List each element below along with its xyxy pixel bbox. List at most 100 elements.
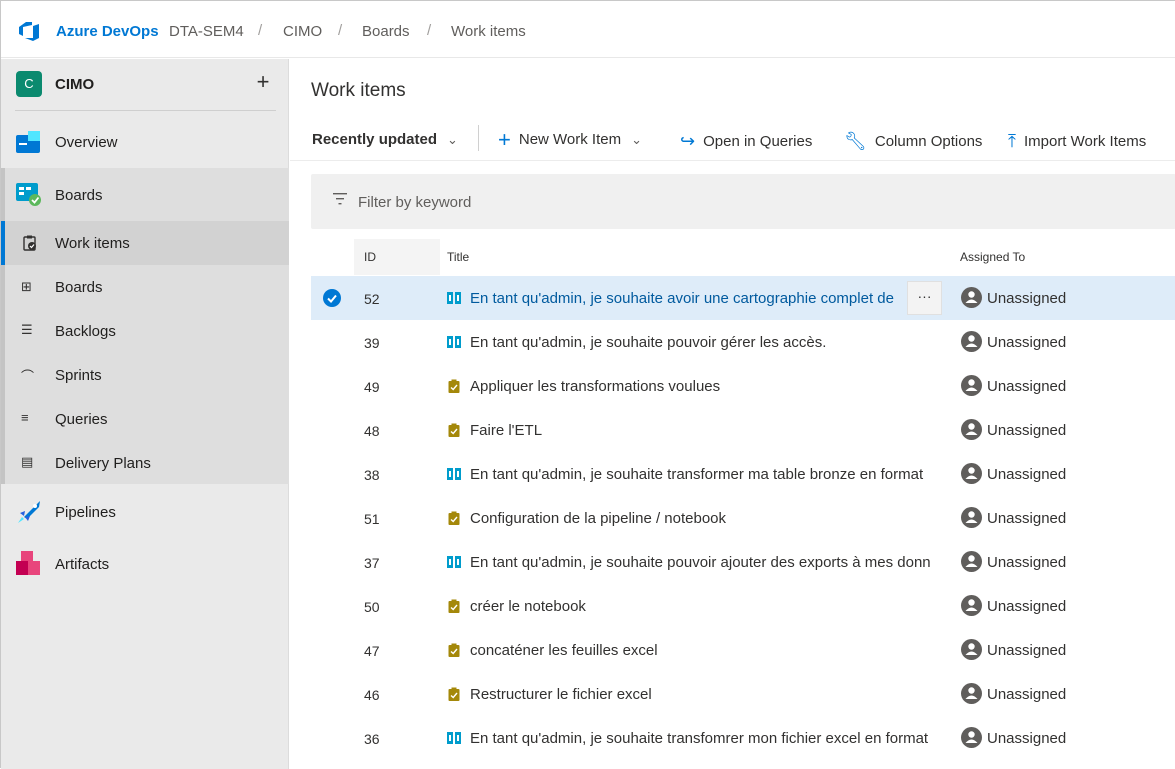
- table-row[interactable]: 50 créer le notebook Unassigned: [311, 584, 1175, 628]
- import-work-items-button[interactable]: ⤒ Import Work Items: [1008, 131, 1146, 152]
- column-header-title[interactable]: Title: [447, 250, 469, 264]
- breadcrumb-boards[interactable]: Boards: [362, 23, 410, 40]
- sidebar-item-queries[interactable]: ≡ Queries: [1, 397, 289, 441]
- view-selector[interactable]: Recently updated ⌄: [312, 131, 458, 148]
- work-item-title-link[interactable]: En tant qu'admin, je souhaite pouvoir gé…: [470, 334, 944, 351]
- work-item-id: 36: [364, 731, 380, 747]
- work-item-title-link[interactable]: En tant qu'admin, je souhaite pouvoir aj…: [470, 554, 944, 571]
- work-item-title-link[interactable]: En tant qu'admin, je souhaite avoir une …: [470, 290, 944, 307]
- table-row[interactable]: 38 En tant qu'admin, je souhaite transfor…: [311, 452, 1175, 496]
- upload-icon: ⤒: [1008, 131, 1016, 151]
- azure-devops-logo-icon[interactable]: [17, 19, 41, 43]
- sidebar-item-label: Artifacts: [55, 556, 110, 573]
- toolbar-divider: [478, 125, 479, 151]
- add-icon[interactable]: +: [253, 69, 273, 95]
- assigned-to[interactable]: Unassigned: [987, 422, 1066, 439]
- filter-bar[interactable]: Filter by keyword: [311, 174, 1175, 229]
- column-header-id[interactable]: ID: [364, 250, 376, 264]
- assigned-to[interactable]: Unassigned: [987, 334, 1066, 351]
- work-item-title-link[interactable]: concaténer les feuilles excel: [470, 642, 944, 659]
- filter-input[interactable]: Filter by keyword: [358, 194, 471, 211]
- sidebar-item-sprints[interactable]: ⌒ Sprints: [1, 353, 289, 397]
- breadcrumb-separator: /: [258, 22, 263, 39]
- work-item-title-link[interactable]: En tant qu'admin, je souhaite transfomre…: [470, 730, 944, 747]
- assigned-to[interactable]: Unassigned: [987, 510, 1066, 527]
- work-item-title-link[interactable]: Faire l'ETL: [470, 422, 944, 439]
- open-in-queries-button[interactable]: ↪ Open in Queries: [680, 131, 812, 152]
- boards-icon: [16, 183, 41, 206]
- assigned-to[interactable]: Unassigned: [987, 730, 1066, 747]
- import-work-items-label: Import Work Items: [1023, 133, 1147, 150]
- task-icon: [447, 599, 461, 613]
- assigned-to[interactable]: Unassigned: [987, 598, 1066, 615]
- table-row[interactable]: 48 Faire l'ETL Unassigned: [311, 408, 1175, 452]
- user-story-icon: [447, 291, 461, 305]
- artifacts-icon: [16, 551, 40, 575]
- brand-link[interactable]: Azure DevOps: [56, 23, 159, 40]
- column-options-button[interactable]: 🔧︎ Column Options: [844, 131, 982, 152]
- assigned-to[interactable]: Unassigned: [987, 378, 1066, 395]
- assigned-to[interactable]: Unassigned: [987, 642, 1066, 659]
- table-row[interactable]: 49 Appliquer les transformations voulues U…: [311, 364, 1175, 408]
- work-item-id: 39: [364, 335, 380, 351]
- table-row[interactable]: 37 En tant qu'admin, je souhaite pouvoir …: [311, 540, 1175, 584]
- row-checkbox[interactable]: [323, 289, 341, 307]
- sidebar-item-boards-hub[interactable]: Boards: [1, 171, 289, 217]
- assigned-to[interactable]: Unassigned: [987, 554, 1066, 571]
- project-name[interactable]: CIMO: [55, 76, 94, 93]
- breadcrumb-org[interactable]: DTA-SEM4: [169, 23, 244, 40]
- unassigned-avatar-icon: [961, 551, 982, 572]
- plus-icon: +: [498, 126, 511, 152]
- more-options-button[interactable]: ···: [907, 281, 942, 315]
- work-item-id: 49: [364, 379, 380, 395]
- table-row[interactable]: 39 En tant qu'admin, je souhaite pouvoir …: [311, 320, 1175, 364]
- assigned-to[interactable]: Unassigned: [987, 290, 1066, 307]
- filter-icon: [333, 193, 347, 205]
- user-story-icon: [447, 731, 461, 745]
- sidebar-item-label: Delivery Plans: [55, 455, 151, 472]
- table-row[interactable]: 52 En tant qu'admin, je souhaite avoir un…: [311, 276, 1175, 320]
- table-row[interactable]: 36 En tant qu'admin, je souhaite transfom…: [311, 716, 1175, 760]
- sidebar-item-backlogs[interactable]: ☰ Backlogs: [1, 309, 289, 353]
- sidebar-item-artifacts[interactable]: Artifacts: [1, 541, 289, 587]
- sidebar-item-pipelines[interactable]: Pipelines: [1, 489, 289, 535]
- toolbar: Recently updated ⌄ + New Work Item ⌄ ↪ O…: [290, 121, 1175, 161]
- column-header-assigned-to[interactable]: Assigned To: [960, 250, 1025, 264]
- app-window: Azure DevOps DTA-SEM4 / CIMO / Boards / …: [0, 0, 1175, 769]
- sidebar-item-overview[interactable]: Overview: [1, 119, 289, 163]
- assigned-to[interactable]: Unassigned: [987, 466, 1066, 483]
- unassigned-avatar-icon: [961, 463, 982, 484]
- user-story-icon: [447, 335, 461, 349]
- page-title: Work items: [311, 80, 406, 101]
- column-options-label: Column Options: [874, 133, 983, 150]
- work-item-title-link[interactable]: Configuration de la pipeline / notebook: [470, 510, 944, 527]
- chevron-down-icon: ⌄: [631, 131, 643, 147]
- project-avatar[interactable]: C: [16, 71, 42, 97]
- breadcrumb-project[interactable]: CIMO: [283, 23, 322, 40]
- work-item-id: 38: [364, 467, 380, 483]
- delivery-plans-icon: ▤: [21, 454, 34, 469]
- work-item-title-link[interactable]: En tant qu'admin, je souhaite transforme…: [470, 466, 944, 483]
- backlog-icon: ☰: [21, 322, 33, 337]
- new-work-item-button[interactable]: + New Work Item ⌄: [498, 126, 643, 152]
- work-item-title-link[interactable]: Restructurer le fichier excel: [470, 686, 944, 703]
- sidebar-item-work-items[interactable]: Work items: [1, 221, 289, 265]
- breadcrumb-work-items[interactable]: Work items: [451, 23, 526, 40]
- assigned-to[interactable]: Unassigned: [987, 686, 1066, 703]
- project-header: C CIMO +: [1, 59, 289, 111]
- unassigned-avatar-icon: [961, 375, 982, 396]
- sidebar-item-delivery-plans[interactable]: ▤ Delivery Plans: [1, 441, 289, 485]
- sidebar-item-label: Queries: [55, 411, 108, 428]
- sidebar-item-label: Sprints: [55, 367, 102, 384]
- main-content: Work items Recently updated ⌄ + New Work…: [290, 59, 1175, 769]
- work-item-title-link[interactable]: Appliquer les transformations voulues: [470, 378, 944, 395]
- table-row[interactable]: 47 concaténer les feuilles excel Unassigne…: [311, 628, 1175, 672]
- sidebar-item-label: Work items: [55, 235, 130, 252]
- work-item-id: 48: [364, 423, 380, 439]
- table-row[interactable]: 51 Configuration de la pipeline / noteboo…: [311, 496, 1175, 540]
- sidebar-item-boards[interactable]: ⊞ Boards: [1, 265, 289, 309]
- work-item-title-link[interactable]: créer le notebook: [470, 598, 944, 615]
- work-item-id: 50: [364, 599, 380, 615]
- table-header: ID Title Assigned To: [311, 239, 1175, 275]
- table-row[interactable]: 46 Restructurer le fichier excel Unassigne…: [311, 672, 1175, 716]
